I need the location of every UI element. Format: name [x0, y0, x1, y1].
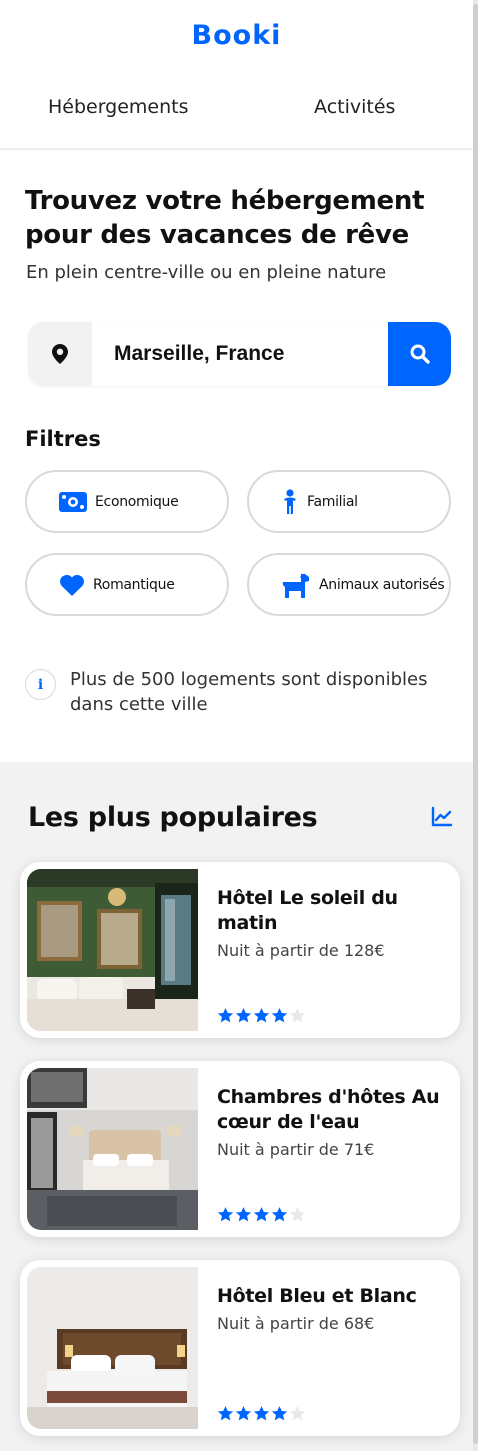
star-icon: [271, 1207, 288, 1222]
filter-label: Romantique: [93, 576, 175, 593]
info-icon: i: [25, 669, 56, 700]
hotel-card-body: Hôtel Bleu et Blanc Nuit à partir de 68€: [217, 1284, 447, 1424]
star-icon: [271, 1406, 288, 1421]
star-rating: [217, 1007, 307, 1024]
search-icon: [410, 344, 430, 364]
hotel-photo: [27, 1267, 198, 1429]
star-rating: [217, 1206, 307, 1223]
hotel-card[interactable]: Hôtel Le soleil du matin Nuit à partir d…: [20, 862, 460, 1038]
search-bar: Marseille, France: [28, 322, 451, 386]
star-icon: [235, 1008, 252, 1023]
hotel-price: Nuit à partir de 68€: [217, 1314, 375, 1333]
hotel-name: Hôtel Le soleil du matin: [217, 887, 398, 934]
filter-label: Familial: [307, 493, 358, 510]
nav-tab-activites[interactable]: Activités: [237, 96, 474, 118]
hotel-card-body: Hôtel Le soleil du matin Nuit à partir d…: [217, 886, 447, 1026]
search-section: Trouvez votre hébergement pour des vacan…: [0, 152, 473, 762]
search-input-value: Marseille, France: [114, 342, 285, 365]
filter-romantique[interactable]: Romantique: [25, 553, 229, 616]
star-icon: [253, 1406, 270, 1421]
money-bill-icon: [59, 491, 87, 512]
star-icon: [217, 1406, 234, 1421]
star-icon: [217, 1008, 234, 1023]
filter-label: Economique: [95, 493, 179, 510]
hotel-card[interactable]: Hôtel Bleu et Blanc Nuit à partir de 68€: [20, 1260, 460, 1436]
star-icon-empty: [289, 1406, 306, 1421]
star-icon: [271, 1008, 288, 1023]
star-icon-empty: [289, 1008, 306, 1023]
hotel-card[interactable]: Chambres d'hôtes Au cœur de l'eau Nuit à…: [20, 1061, 460, 1237]
nav-tab-hebergements[interactable]: Hébergements: [0, 96, 237, 118]
child-icon: [284, 488, 296, 514]
hotel-price: Nuit à partir de 71€: [217, 1140, 375, 1159]
hotel-price: Nuit à partir de 128€: [217, 941, 385, 960]
filter-economique[interactable]: Economique: [25, 470, 229, 533]
popular-section: Les plus populaires Hôtel Le soleil du m…: [0, 762, 473, 1451]
map-pin-icon: [28, 322, 92, 386]
search-button[interactable]: [388, 322, 451, 386]
heart-icon: [60, 574, 84, 596]
scrollbar-thumb[interactable]: [473, 4, 478, 1444]
hotel-photo: [27, 869, 198, 1031]
star-icon-empty: [289, 1207, 306, 1222]
filter-familial[interactable]: Familial: [247, 470, 451, 533]
filters-grid: Economique Familial Romantique Animaux a…: [25, 470, 452, 618]
booki-logo[interactable]: Booki: [0, 20, 473, 51]
app: Booki Hébergements Activités Trouvez vot…: [0, 0, 473, 1451]
search-input[interactable]: Marseille, France: [92, 322, 388, 386]
info-message: i Plus de 500 logements sont disponibles…: [25, 667, 455, 717]
hero-subtitle: En plein centre-ville ou en pleine natur…: [26, 262, 387, 283]
main-nav: Hébergements Activités: [0, 96, 473, 118]
star-icon: [253, 1008, 270, 1023]
star-icon: [253, 1207, 270, 1222]
header: Booki Hébergements Activités: [0, 0, 473, 150]
chart-line-icon[interactable]: [430, 805, 454, 829]
star-icon: [217, 1207, 234, 1222]
hotel-card-body: Chambres d'hôtes Au cœur de l'eau Nuit à…: [217, 1085, 447, 1225]
filter-animaux[interactable]: Animaux autorisés: [247, 553, 451, 616]
info-text: Plus de 500 logements sont disponibles d…: [70, 669, 428, 715]
filter-label: Animaux autorisés: [319, 576, 445, 593]
star-icon: [235, 1207, 252, 1222]
hotel-photo: [27, 1068, 198, 1230]
filters-title: Filtres: [25, 427, 101, 451]
scrollbar[interactable]: [473, 0, 478, 1451]
star-icon: [235, 1406, 252, 1421]
hotel-name: Chambres d'hôtes Au cœur de l'eau: [217, 1086, 440, 1133]
dog-icon: [282, 572, 309, 598]
star-rating: [217, 1405, 307, 1422]
hotel-name: Hôtel Bleu et Blanc: [217, 1285, 417, 1307]
popular-title: Les plus populaires: [28, 802, 318, 833]
hero-title: Trouvez votre hébergement pour des vacan…: [25, 186, 425, 250]
